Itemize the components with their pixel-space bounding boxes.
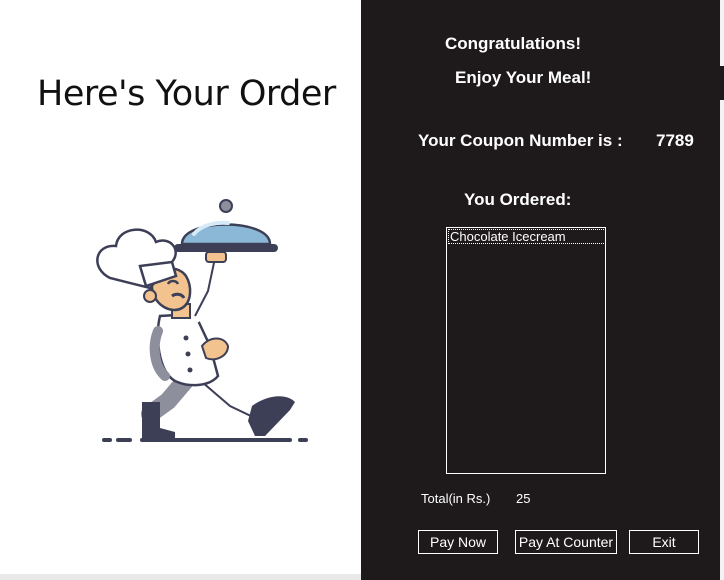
total-value: 25 <box>516 491 531 506</box>
page-title: Here's Your Order <box>37 74 336 114</box>
bottom-edge-strip <box>0 574 361 580</box>
window-edge-upper <box>720 0 724 66</box>
waiter-illustration <box>96 199 308 442</box>
order-illustration-panel: Here's Your Order <box>0 0 361 580</box>
enjoy-meal-text: Enjoy Your Meal! <box>455 68 592 87</box>
congratulations-text: Congratulations! <box>445 34 581 53</box>
coupon-number: 7789 <box>656 131 694 150</box>
pay-at-counter-button[interactable]: Pay At Counter <box>515 530 617 554</box>
pay-now-button[interactable]: Pay Now <box>418 530 498 554</box>
total-label: Total(in Rs.) <box>421 491 491 506</box>
list-item[interactable]: Chocolate Icecream <box>448 229 606 244</box>
coupon-label: Your Coupon Number is : <box>418 131 623 150</box>
exit-button[interactable]: Exit <box>629 530 699 554</box>
window-edge-lower <box>720 100 724 580</box>
ordered-items-list[interactable]: Chocolate Icecream <box>446 227 606 474</box>
ordered-label: You Ordered: <box>464 190 572 209</box>
